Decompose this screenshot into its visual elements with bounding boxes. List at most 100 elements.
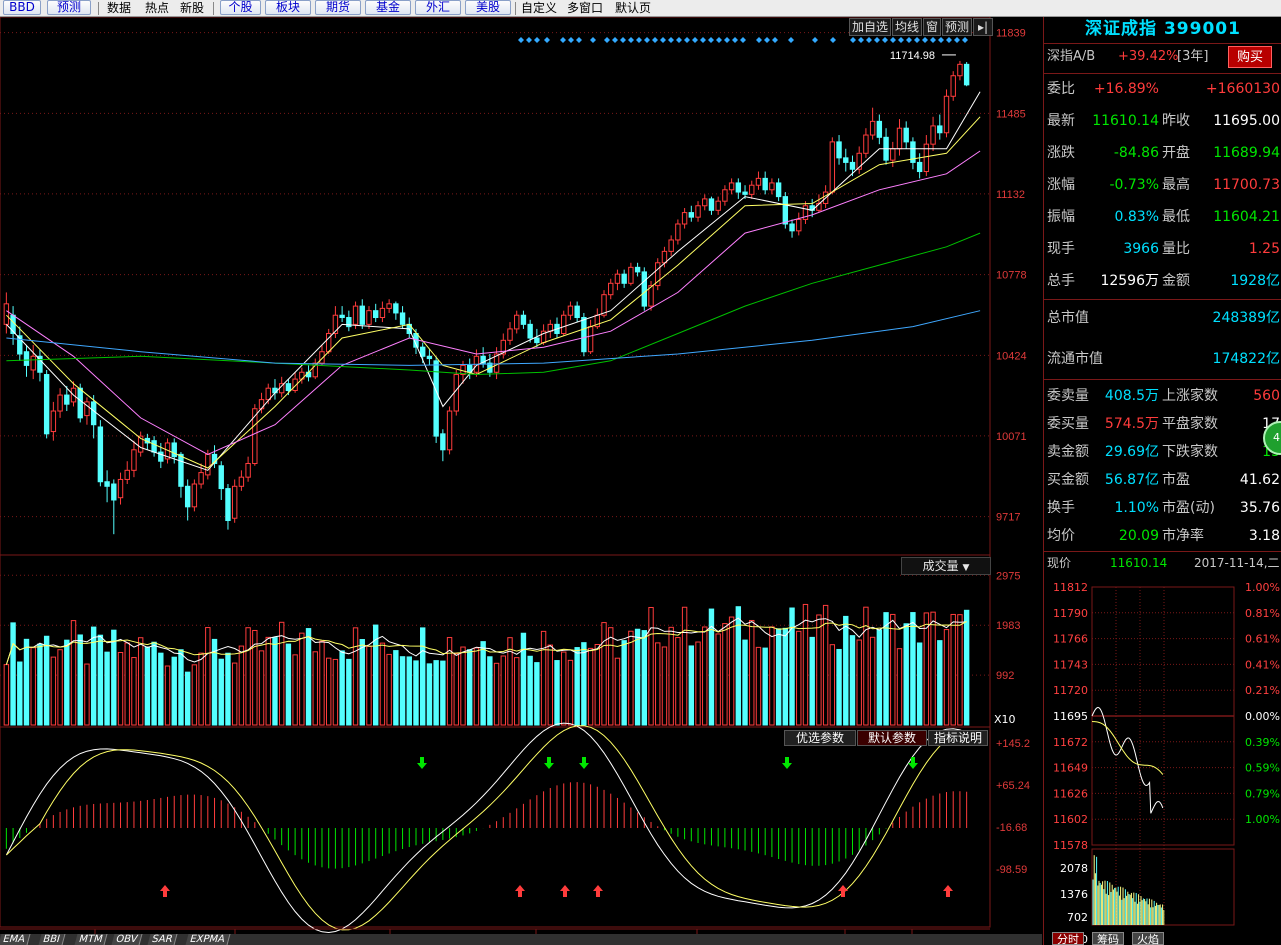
- candle-body: [111, 483, 117, 501]
- volume-bar: [782, 627, 789, 726]
- buy-button[interactable]: 购买: [1228, 46, 1272, 68]
- menu-item[interactable]: 数据: [105, 0, 133, 16]
- volume-bar: [258, 650, 265, 726]
- optimized-params-button[interactable]: 优选参数: [784, 730, 856, 746]
- menu-item[interactable]: 热点: [143, 0, 171, 16]
- ma-line-button[interactable]: 均线: [892, 18, 922, 36]
- intraday-price-tick: 11812: [1053, 581, 1088, 594]
- quote-label: 市盈(动): [1162, 500, 1215, 516]
- price-tick-label: 11839: [996, 28, 1026, 40]
- quote-value: 29.69亿: [1104, 444, 1159, 460]
- kline-chart-svg[interactable]: 11839 11485 11132 10778 10424 10071 9717 11714.…: [0, 17, 1042, 945]
- indicator-tab[interactable]: SAR: [147, 934, 178, 945]
- candle-body: [252, 408, 258, 464]
- window-button[interactable]: 窗: [923, 18, 941, 36]
- candle-body: [238, 476, 245, 487]
- volume-bar: [272, 637, 278, 726]
- menu-item[interactable]: 预测: [47, 0, 91, 15]
- candle-body: [735, 182, 742, 193]
- intraday-tab-bar: 分时 筹码 火焰: [1048, 932, 1168, 945]
- volume-bar: [762, 647, 768, 726]
- candle-body: [722, 189, 728, 202]
- volume-bar: [104, 651, 110, 726]
- indicator-tab[interactable]: MTM: [74, 934, 108, 945]
- indicator-tab[interactable]: EMA: [0, 934, 31, 945]
- volume-indicator-select[interactable]: 成交量 ▼: [901, 557, 991, 575]
- menu-item[interactable]: 外汇: [415, 0, 461, 15]
- signal-diamond: [526, 37, 532, 43]
- intraday-tab[interactable]: 火焰: [1132, 932, 1164, 945]
- sell-signal-arrow: [782, 757, 792, 769]
- candle-body: [943, 95, 950, 134]
- intraday-tab[interactable]: 筹码: [1092, 932, 1124, 945]
- volume-bar: [849, 635, 856, 726]
- signal-diamond: [534, 37, 540, 43]
- quote-value: 11610.14: [1092, 113, 1159, 129]
- candle-body: [272, 387, 278, 394]
- volume-bar: [735, 606, 742, 726]
- quote-label: 均价: [1047, 528, 1075, 544]
- indicator-tab[interactable]: OBV: [111, 934, 143, 945]
- indicator-help-button[interactable]: 指标说明: [928, 730, 988, 746]
- candle-body: [90, 401, 97, 426]
- menu-item[interactable]: 新股: [177, 0, 207, 16]
- volume-tick-label: 992: [996, 670, 1014, 682]
- volume-bar: [601, 622, 607, 726]
- sell-signal-arrow: [579, 757, 589, 769]
- volume-bar: [453, 653, 459, 726]
- candle-body: [258, 399, 265, 410]
- intraday-chart[interactable]: 11812 11790 11766 11743 11720 11695 11672 11649…: [1044, 577, 1281, 945]
- volume-bar: [144, 646, 151, 726]
- candle-body: [581, 317, 587, 353]
- quote-value: 35.76: [1239, 500, 1280, 516]
- menu-item[interactable]: 基金: [365, 0, 411, 15]
- volume-bar: [366, 645, 372, 726]
- volume-bar: [856, 639, 862, 726]
- quote-label: 换手: [1047, 500, 1075, 516]
- candle-body: [789, 223, 795, 232]
- volume-bar: [534, 662, 540, 726]
- market-cap-value: 248389亿: [1212, 310, 1280, 326]
- volume-bar: [943, 629, 950, 726]
- candle-body: [742, 191, 748, 195]
- quote-panel: 深证成指 399001 深指A/B +39.42% [3年] 购买 委比 +16.…: [1043, 17, 1281, 945]
- menu-item[interactable]: 默认页: [611, 0, 655, 16]
- quote-label: 昨收: [1162, 113, 1190, 129]
- menu-item[interactable]: 期货: [315, 0, 361, 15]
- menu-separator: [98, 2, 99, 15]
- indicator-tab[interactable]: EXPMA: [185, 934, 231, 945]
- menu-item[interactable]: 板块: [265, 0, 311, 15]
- volume-bar: [755, 646, 762, 726]
- quote-row: 换手 1.10% 市盈(动) 35.76: [1044, 493, 1281, 523]
- quote-value: -0.73%: [1109, 177, 1159, 193]
- panel-toggle-icon[interactable]: ▸|: [973, 18, 993, 36]
- candle-body: [30, 355, 36, 371]
- menu-item[interactable]: BBD: [3, 0, 41, 15]
- signal-diamond: [644, 37, 650, 43]
- menu-item[interactable]: 美股: [465, 0, 511, 15]
- volume-bar: [554, 660, 560, 726]
- quote-label: 卖金额: [1047, 444, 1089, 460]
- signal-diamond: [576, 37, 582, 43]
- volume-bar: [480, 641, 486, 726]
- menu-item[interactable]: 个股: [220, 0, 261, 15]
- candle-body: [715, 200, 721, 211]
- candle-body: [957, 63, 963, 77]
- volume-bar: [587, 647, 594, 726]
- macd-tick-label: +65.24: [996, 780, 1030, 792]
- forecast-button[interactable]: 预测: [942, 18, 972, 36]
- volume-bar: [487, 656, 493, 726]
- default-params-button[interactable]: 默认参数: [857, 730, 927, 746]
- price-tick-label: 10071: [996, 431, 1027, 443]
- add-watchlist-button[interactable]: 加自选: [849, 18, 891, 36]
- menu-item[interactable]: 多窗口: [564, 0, 606, 16]
- intraday-tab[interactable]: 分时: [1052, 932, 1084, 945]
- menu-item[interactable]: 自定义: [520, 0, 558, 16]
- kline-chart-area[interactable]: 11839 11485 11132 10778 10424 10071 9717 11714.…: [0, 17, 1042, 945]
- signal-diamond: [518, 37, 524, 43]
- quote-row: 委买量574.5万平盘家数17: [1044, 409, 1281, 439]
- candle-body: [285, 383, 292, 391]
- volume-bar: [413, 660, 419, 726]
- volume-bar: [608, 627, 614, 726]
- indicator-tab[interactable]: BBI: [38, 934, 66, 945]
